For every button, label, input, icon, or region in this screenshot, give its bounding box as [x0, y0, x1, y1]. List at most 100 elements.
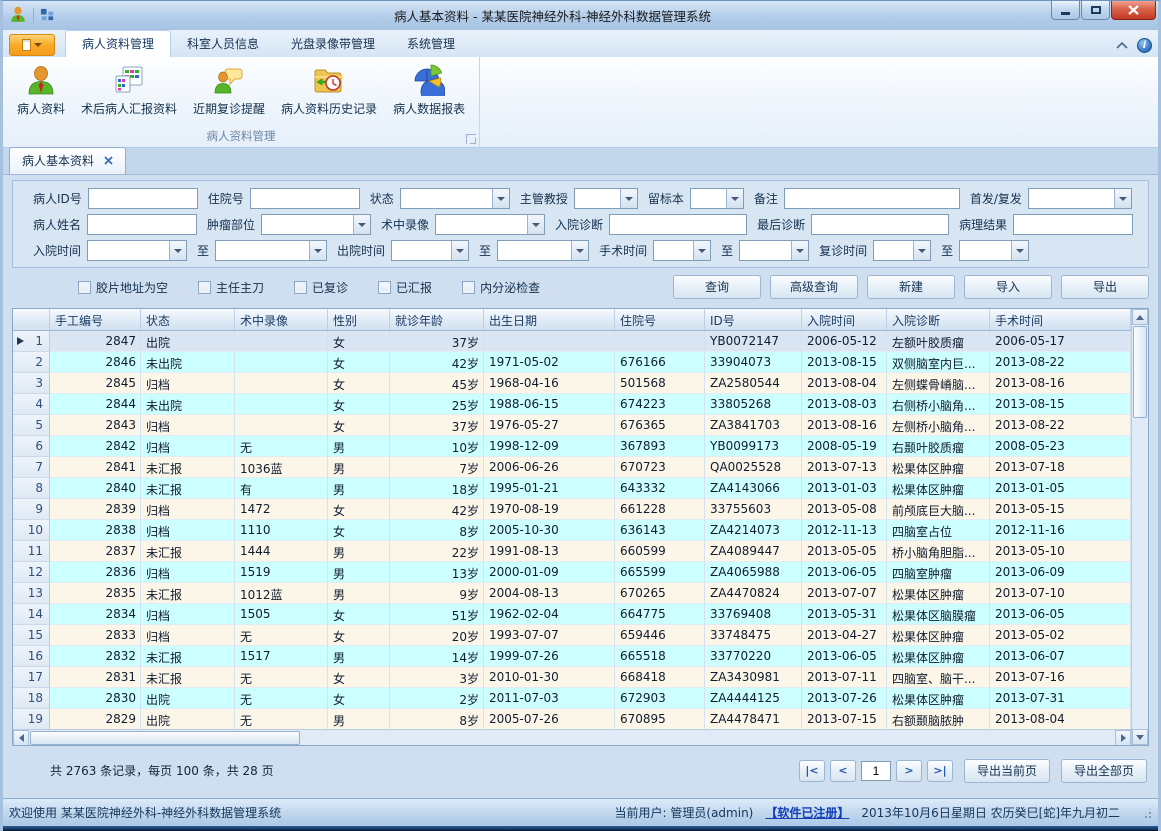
revisit-reminder-button[interactable]: 近期复诊提醒 — [185, 60, 273, 119]
query-button[interactable]: 查询 — [673, 275, 761, 299]
admission-no-field[interactable] — [250, 188, 360, 209]
application-menu-button[interactable] — [9, 34, 55, 56]
table-row[interactable]: 22846未出院女42岁1971-05-02676166339040732013… — [13, 352, 1131, 373]
advanced-query-button[interactable]: 高级查询 — [770, 275, 858, 299]
table-row[interactable]: 152833归档无女20岁1993-07-0765944633748475201… — [13, 625, 1131, 646]
horizontal-scrollbar-thumb[interactable] — [30, 731, 300, 745]
col-manual-no[interactable]: 手工编号 — [50, 309, 141, 330]
row-header-cell[interactable]: 14 — [13, 604, 50, 625]
history-record-button[interactable]: 病人资料历史记录 — [273, 60, 385, 119]
row-header-cell[interactable]: 18 — [13, 688, 50, 709]
row-header-cell[interactable]: 6 — [13, 436, 50, 457]
close-button[interactable] — [1111, 1, 1156, 20]
pager-prev-button[interactable]: < — [830, 760, 856, 782]
table-row[interactable]: 72841未汇报1036蓝男7岁2006-06-26670723QA002552… — [13, 457, 1131, 478]
vertical-scrollbar-thumb[interactable] — [1133, 326, 1147, 418]
tab-department-staff[interactable]: 科室人员信息 — [171, 31, 275, 57]
table-row[interactable]: 112837未汇报1444男22岁1991-08-13660599ZA40894… — [13, 541, 1131, 562]
table-row[interactable]: 62842归档无男10岁1998-12-09367893YB0099173200… — [13, 436, 1131, 457]
table-row[interactable]: 122836归档1519男13岁2000-01-09665599ZA406598… — [13, 562, 1131, 583]
col-admission-no[interactable]: 住院号 — [615, 309, 705, 330]
import-button[interactable]: 导入 — [964, 275, 1052, 299]
row-header-cell[interactable]: 16 — [13, 646, 50, 667]
table-row[interactable]: 92839归档1472女42岁1970-08-19661228337556032… — [13, 499, 1131, 520]
horizontal-scrollbar[interactable] — [13, 729, 1131, 745]
table-row[interactable]: 12847出院女37岁YB00721472006-05-12左额叶胶质瘤2006… — [13, 331, 1131, 352]
video-select[interactable] — [435, 214, 545, 235]
col-id-no[interactable]: ID号 — [705, 309, 802, 330]
row-header-cell[interactable]: 7 — [13, 457, 50, 478]
table-row[interactable]: 52843归档女37岁1976-05-27676365ZA38417032013… — [13, 415, 1131, 436]
table-row[interactable]: 182830出院无女2岁2011-07-03672903ZA4444125201… — [13, 688, 1131, 709]
surgery-date-from[interactable] — [653, 240, 711, 261]
revisit-date-from[interactable] — [873, 240, 931, 261]
status-select[interactable] — [400, 188, 510, 209]
first-recurrence-select[interactable] — [1028, 188, 1132, 209]
tab-patient-management[interactable]: 病人资料管理 — [65, 30, 171, 57]
page-number-input[interactable] — [861, 761, 891, 781]
resize-grip[interactable] — [1140, 807, 1152, 819]
patient-name-field[interactable] — [87, 214, 197, 235]
vertical-scrollbar[interactable] — [1131, 309, 1148, 745]
postop-report-button[interactable]: 术后病人汇报资料 — [73, 60, 185, 119]
revisit-date-to[interactable] — [959, 240, 1029, 261]
data-report-button[interactable]: 病人数据报表 — [385, 60, 473, 119]
row-header-cell[interactable]: 3 — [13, 373, 50, 394]
reported-checkbox[interactable]: 已汇报 — [378, 279, 432, 296]
row-header-cell[interactable]: 10 — [13, 520, 50, 541]
help-button[interactable]: i — [1137, 38, 1152, 53]
tab-disc-tape-management[interactable]: 光盘录像带管理 — [275, 31, 391, 57]
chief-surgeon-checkbox[interactable]: 主任主刀 — [198, 279, 264, 296]
discharge-date-to[interactable] — [497, 240, 589, 261]
admit-date-from[interactable] — [87, 240, 187, 261]
pathology-result-field[interactable] — [1013, 214, 1133, 235]
tab-system-management[interactable]: 系统管理 — [391, 31, 471, 57]
row-header-cell[interactable]: 4 — [13, 394, 50, 415]
export-current-page-button[interactable]: 导出当前页 — [964, 759, 1050, 783]
table-row[interactable]: 102838归档1110女8岁2005-10-30636143ZA4214073… — [13, 520, 1131, 541]
patient-info-button[interactable]: 病人资料 — [9, 60, 73, 119]
table-row[interactable]: 192829出院无男8岁2005-07-26670895ZA4478471201… — [13, 709, 1131, 729]
col-gender[interactable]: 性别 — [328, 309, 390, 330]
table-row[interactable]: 142834归档1505女51岁1962-02-0466477533769408… — [13, 604, 1131, 625]
row-header-cell[interactable]: 15 — [13, 625, 50, 646]
export-all-pages-button[interactable]: 导出全部页 — [1061, 759, 1147, 783]
remark-field[interactable] — [784, 188, 960, 209]
row-header-cell[interactable]: 9 — [13, 499, 50, 520]
table-row[interactable]: 172831未汇报无女3岁2010-01-30668418ZA343098120… — [13, 667, 1131, 688]
scroll-up-button[interactable] — [1132, 309, 1148, 325]
maximize-button[interactable] — [1081, 1, 1110, 20]
document-tab-patient-basic-info[interactable]: 病人基本资料 — [9, 147, 126, 174]
pager-next-button[interactable]: > — [896, 760, 922, 782]
table-row[interactable]: 32845归档女45岁1968-04-16501568ZA25805442013… — [13, 373, 1131, 394]
revisited-checkbox[interactable]: 已复诊 — [294, 279, 348, 296]
registered-link[interactable]: 【软件已注册】 — [765, 804, 849, 821]
pager-first-button[interactable]: |< — [799, 760, 825, 782]
row-header-cell[interactable]: 19 — [13, 709, 50, 729]
col-admit-diagnosis[interactable]: 入院诊断 — [887, 309, 990, 330]
col-age[interactable]: 就诊年龄 — [390, 309, 484, 330]
admit-date-to[interactable] — [215, 240, 327, 261]
specimen-select[interactable] — [690, 188, 744, 209]
scroll-right-button[interactable] — [1115, 730, 1131, 745]
quick-access-layout-icon[interactable] — [40, 7, 55, 25]
col-birth-date[interactable]: 出生日期 — [484, 309, 615, 330]
table-row[interactable]: 132835未汇报1012蓝男9岁2004-08-13670265ZA44708… — [13, 583, 1131, 604]
patient-id-field[interactable] — [88, 188, 198, 209]
row-header-cell[interactable]: 1 — [13, 331, 50, 352]
dialog-launcher-icon[interactable] — [466, 134, 476, 144]
row-header-cell[interactable]: 8 — [13, 478, 50, 499]
tab-close-icon[interactable] — [104, 156, 113, 165]
discharge-date-from[interactable] — [391, 240, 469, 261]
row-header-cell[interactable]: 12 — [13, 562, 50, 583]
new-button[interactable]: 新建 — [867, 275, 955, 299]
scroll-left-button[interactable] — [13, 730, 29, 745]
col-admit-date[interactable]: 入院时间 — [802, 309, 887, 330]
col-video[interactable]: 术中录像 — [235, 309, 328, 330]
table-row[interactable]: 82840未汇报有男18岁1995-01-21643332ZA414306620… — [13, 478, 1131, 499]
minimize-button[interactable] — [1051, 1, 1080, 20]
row-header-cell[interactable]: 13 — [13, 583, 50, 604]
film-address-empty-checkbox[interactable]: 胶片地址为空 — [78, 279, 168, 296]
col-status[interactable]: 状态 — [141, 309, 235, 330]
surgery-date-to[interactable] — [739, 240, 809, 261]
